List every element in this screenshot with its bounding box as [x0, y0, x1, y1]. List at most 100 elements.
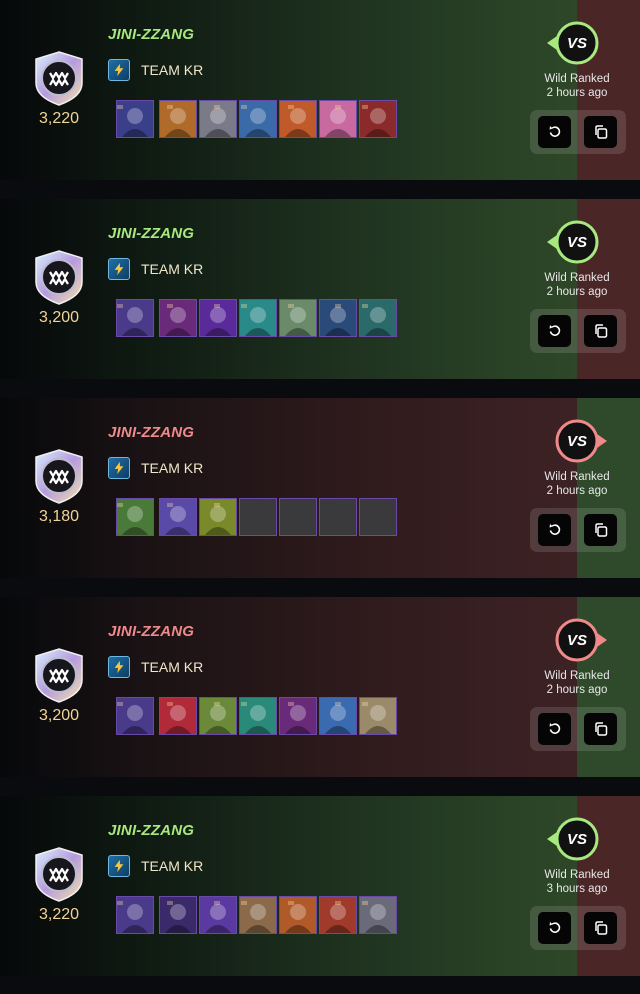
battle-history-list: 3,220 JINI-ZZANG TEAM KR VS Wild Ranked … — [0, 0, 640, 994]
rating-value: 3,200 — [38, 707, 80, 724]
monster-portrait[interactable] — [159, 697, 197, 735]
vs-label: VS — [566, 631, 587, 649]
vs-label: VS — [566, 830, 587, 848]
monster-portrait[interactable] — [199, 100, 237, 138]
guild[interactable]: TEAM KR — [108, 456, 203, 480]
monster-portrait[interactable] — [359, 100, 397, 138]
time-ago: 2 hours ago — [546, 87, 608, 99]
monster-portrait[interactable] — [159, 896, 197, 934]
player-name[interactable]: JINI-ZZANG — [108, 225, 194, 242]
vs-label: VS — [566, 233, 587, 251]
monster-portrait[interactable] — [239, 100, 277, 138]
copy-team-button[interactable] — [584, 912, 617, 944]
battle-card[interactable]: 3,220 JINI-ZZANG TEAM KR VS Wild Ranked … — [0, 0, 640, 180]
monster-portrait[interactable] — [319, 896, 357, 934]
format-label: Wild Ranked — [544, 73, 610, 85]
battle-card[interactable]: 3,220 JINI-ZZANG TEAM KR VS Wild Ranked … — [0, 796, 640, 976]
guild[interactable]: TEAM KR — [108, 58, 203, 82]
time-ago: 2 hours ago — [546, 684, 608, 696]
guild-lightning-icon — [108, 59, 130, 81]
monster-portrait[interactable] — [279, 299, 317, 337]
replay-button[interactable] — [538, 912, 571, 944]
copy-team-button[interactable] — [584, 116, 617, 148]
battle-format: Wild Ranked 2 hours ago — [535, 271, 619, 299]
vs-button[interactable]: VS — [545, 816, 609, 862]
guild[interactable]: TEAM KR — [108, 655, 203, 679]
monster-portrait[interactable] — [359, 299, 397, 337]
copy-icon — [594, 324, 607, 338]
monster-portrait[interactable] — [279, 896, 317, 934]
guild-lightning-icon — [108, 855, 130, 877]
team-lineup — [116, 498, 399, 536]
guild[interactable]: TEAM KR — [108, 257, 203, 281]
vs-button[interactable]: VS — [545, 219, 609, 265]
guild-name: TEAM KR — [141, 858, 204, 874]
replay-button[interactable] — [538, 713, 571, 745]
monster-portrait[interactable] — [279, 100, 317, 138]
copy-team-button[interactable] — [584, 713, 617, 745]
monster-portrait[interactable] — [199, 896, 237, 934]
monster-portrait[interactable] — [319, 299, 357, 337]
vs-label: VS — [566, 34, 587, 52]
vs-label: VS — [566, 432, 587, 450]
guild-lightning-icon — [108, 656, 130, 678]
replay-button[interactable] — [538, 116, 571, 148]
team-lineup — [116, 100, 399, 138]
format-label: Wild Ranked — [544, 471, 610, 483]
player-name[interactable]: JINI-ZZANG — [108, 623, 194, 640]
summoner-portrait[interactable] — [116, 697, 154, 735]
monster-portrait[interactable] — [159, 498, 197, 536]
team-lineup — [116, 896, 399, 934]
monster-portrait[interactable] — [159, 100, 197, 138]
monster-portrait[interactable] — [199, 498, 237, 536]
battle-actions — [530, 508, 626, 552]
monster-portrait[interactable] — [159, 299, 197, 337]
battle-card[interactable]: 3,200 JINI-ZZANG TEAM KR VS Wild Ranked … — [0, 199, 640, 379]
battle-card[interactable]: 3,180 JINI-ZZANG TEAM KR VS Wild Ranked 2 ho… — [0, 398, 640, 578]
player-name[interactable]: JINI-ZZANG — [108, 424, 194, 441]
empty-slot — [359, 498, 397, 536]
guild-name: TEAM KR — [141, 62, 204, 78]
replay-icon — [549, 922, 560, 933]
rating-value: 3,180 — [38, 508, 80, 525]
summoner-portrait[interactable] — [116, 498, 154, 536]
summoner-portrait[interactable] — [116, 100, 154, 138]
replay-button[interactable] — [538, 315, 571, 347]
player-name[interactable]: JINI-ZZANG — [108, 822, 194, 839]
monster-portrait[interactable] — [239, 299, 277, 337]
replay-icon — [549, 126, 560, 137]
replay-icon — [549, 723, 560, 734]
format-label: Wild Ranked — [544, 272, 610, 284]
guild-lightning-icon — [108, 457, 130, 479]
monster-portrait[interactable] — [319, 697, 357, 735]
copy-icon — [594, 523, 607, 537]
monster-portrait[interactable] — [199, 299, 237, 337]
guild-name: TEAM KR — [141, 261, 204, 277]
monster-portrait[interactable] — [359, 896, 397, 934]
rank-badge-icon — [30, 248, 88, 306]
vs-button[interactable]: VS — [545, 20, 609, 66]
vs-button[interactable]: VS — [545, 617, 609, 663]
monster-portrait[interactable] — [319, 100, 357, 138]
rating-value: 3,200 — [38, 309, 80, 326]
copy-team-button[interactable] — [584, 514, 617, 546]
copy-icon — [594, 921, 607, 935]
guild[interactable]: TEAM KR — [108, 854, 203, 878]
battle-card[interactable]: 3,200 JINI-ZZANG TEAM KR VS Wild Ranked … — [0, 597, 640, 777]
summoner-portrait[interactable] — [116, 299, 154, 337]
format-label: Wild Ranked — [544, 670, 610, 682]
player-name[interactable]: JINI-ZZANG — [108, 26, 194, 43]
monster-portrait[interactable] — [239, 697, 277, 735]
monster-portrait[interactable] — [359, 697, 397, 735]
monster-portrait[interactable] — [279, 697, 317, 735]
replay-icon — [549, 524, 560, 535]
summoner-portrait[interactable] — [116, 896, 154, 934]
monster-portrait[interactable] — [199, 697, 237, 735]
time-ago: 2 hours ago — [546, 286, 608, 298]
copy-team-button[interactable] — [584, 315, 617, 347]
vs-button[interactable]: VS — [545, 418, 609, 464]
format-label: Wild Ranked — [544, 869, 610, 881]
replay-button[interactable] — [538, 514, 571, 546]
copy-icon — [594, 125, 607, 139]
monster-portrait[interactable] — [239, 896, 277, 934]
